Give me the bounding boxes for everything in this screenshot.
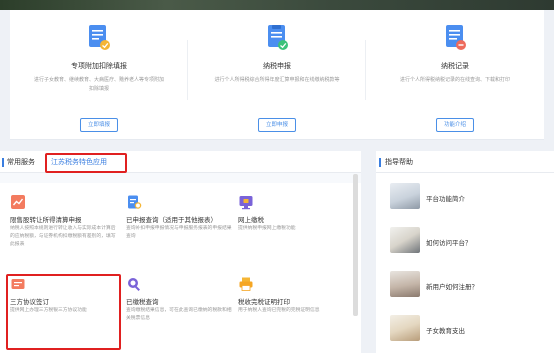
feature-intro-button[interactable]: 功能介绍 bbox=[435, 118, 475, 132]
tile-title: 已缴税查询 bbox=[126, 298, 159, 306]
tab-common-services[interactable]: 常用服务 bbox=[7, 157, 35, 167]
tab-bar: 常用服务 江苏税务特色应用 bbox=[0, 151, 361, 173]
tile-desc: 提供纳税申报网上缴税功能 bbox=[238, 226, 296, 231]
service-desc: 进行个人所得税纳税记录的在线查询、下载和打印 bbox=[399, 77, 510, 83]
help-panel: 指导帮助 平台功能简介 如何访问平台？ 新用户如何注册？ 子女教育支出 bbox=[376, 151, 554, 353]
printer-icon bbox=[238, 276, 254, 292]
tile-title: 已申报查询（适用于其他报表） bbox=[126, 216, 217, 224]
tile-desc: 纳税人按照本规则进行转让收入与实际成本计算后的应纳税额，与证券机构扣缴税额有差别… bbox=[10, 226, 116, 247]
tax-record-icon bbox=[442, 24, 468, 52]
tile-desc: 查询补扣申报申报情况与申报服务报表的申报结果查询 bbox=[126, 226, 232, 239]
agreement-icon bbox=[10, 276, 26, 292]
help-item-label: 平台功能简介 bbox=[426, 195, 465, 203]
scrollbar[interactable] bbox=[353, 174, 358, 316]
service-title: 纳税记录 bbox=[441, 62, 469, 70]
tile-title: 网上缴税 bbox=[238, 216, 264, 224]
sub-band bbox=[0, 173, 361, 183]
service-tax-return: 纳税申报 进行个人所得税综合所得年度汇算申报和在线缴纳税款等 立即申报 bbox=[188, 10, 366, 140]
top-banner bbox=[0, 0, 554, 10]
laptop-thumbnail bbox=[390, 183, 420, 209]
tax-return-icon bbox=[264, 24, 290, 52]
help-header: 指导帮助 bbox=[376, 151, 554, 173]
section-marker bbox=[379, 158, 381, 167]
help-item-register[interactable]: 新用户如何注册？ bbox=[390, 271, 550, 301]
online-pay-icon bbox=[238, 194, 254, 210]
service-title: 专项附加扣除填报 bbox=[71, 62, 127, 70]
desk-thumbnail bbox=[390, 227, 420, 253]
service-title: 纳税申报 bbox=[263, 62, 291, 70]
help-item-platform-intro[interactable]: 平台功能简介 bbox=[390, 183, 550, 213]
help-title: 指导帮助 bbox=[385, 158, 413, 166]
service-desc: 进行子女教育、继续教育、大病医疗、赡养老人等专项附加扣除填报 bbox=[34, 77, 165, 92]
tile-title: 税收完税证明打印 bbox=[238, 298, 290, 306]
paid-search-icon bbox=[126, 276, 142, 292]
declare-now-button[interactable]: 立即申报 bbox=[257, 118, 297, 132]
service-deduction: 专项附加扣除填报 进行子女教育、继续教育、大病医疗、赡养老人等专项附加扣除填报 … bbox=[10, 10, 188, 140]
clipboard-search-icon bbox=[126, 194, 142, 210]
help-item-child-education[interactable]: 子女教育支出 bbox=[390, 315, 550, 345]
service-desc: 进行个人所得税综合所得年度汇算申报和在线缴纳税款等 bbox=[214, 77, 340, 83]
help-item-label: 子女教育支出 bbox=[426, 327, 465, 335]
tile-desc: 用于纳税人查询已完税的完税证明信息 bbox=[238, 308, 320, 313]
help-item-access[interactable]: 如何访问平台？ bbox=[390, 227, 550, 257]
typing-thumbnail bbox=[390, 271, 420, 297]
section-marker bbox=[2, 158, 4, 167]
fill-now-button[interactable]: 立即填报 bbox=[79, 118, 119, 132]
services-panel: 常用服务 江苏税务特色应用 限售股转让所得清算申报 纳税人按照本规则进行转让收入… bbox=[0, 151, 361, 353]
tile-desc: 查询缴税结果信息，可在此查询已缴纳的税款和相关税票信息 bbox=[126, 308, 232, 321]
help-item-label: 新用户如何注册？ bbox=[426, 283, 478, 291]
form-doc-icon bbox=[86, 24, 112, 52]
main-services-card: 专项附加扣除填报 进行子女教育、继续教育、大病医疗、赡养老人等专项附加扣除填报 … bbox=[10, 10, 544, 140]
tab-jiangsu-special[interactable]: 江苏税务特色应用 bbox=[51, 157, 107, 167]
tile-title: 限售股转让所得清算申报 bbox=[10, 216, 82, 224]
stock-chart-icon bbox=[10, 194, 26, 210]
children-thumbnail bbox=[390, 315, 420, 341]
tile-desc: 提供网上办理三方税银三方协议功能 bbox=[10, 308, 87, 313]
help-item-label: 如何访问平台？ bbox=[426, 239, 472, 247]
service-tax-record: 纳税记录 进行个人所得税纳税记录的在线查询、下载和打印 功能介绍 bbox=[366, 10, 544, 140]
tile-title: 三方协议签订 bbox=[10, 298, 49, 306]
